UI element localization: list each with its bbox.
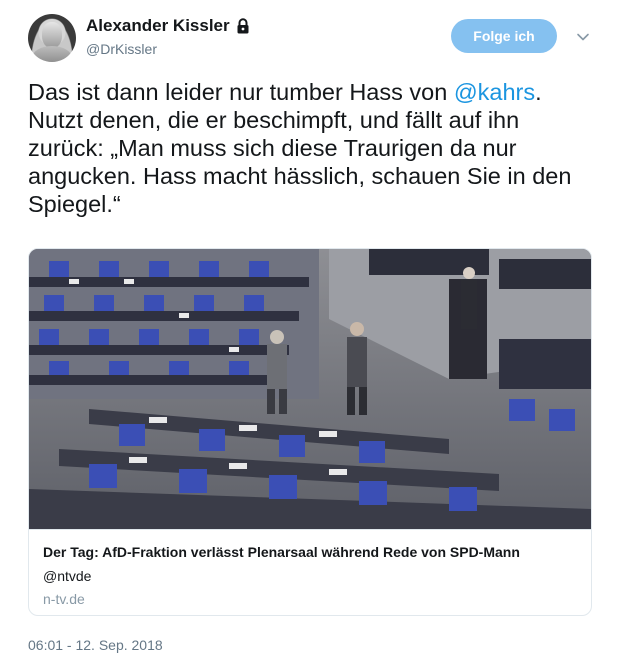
author-handle[interactable]: @DrKissler	[86, 41, 250, 57]
mention-link[interactable]: @kahrs	[454, 79, 535, 105]
card-title[interactable]: Der Tag: AfD-Fraktion verlässt Plenarsaa…	[43, 544, 520, 560]
tweet-text-part1: Das ist dann leider nur tumber Hass von	[28, 79, 454, 105]
author-display-name[interactable]: Alexander Kissler	[86, 16, 230, 36]
card-body[interactable]: Der Tag: AfD-Fraktion verlässt Plenarsaa…	[29, 529, 591, 615]
tweet-header: Alexander Kissler @DrKissler Folge ich	[28, 14, 598, 68]
chevron-down-icon[interactable]	[576, 30, 590, 44]
card-image[interactable]	[29, 249, 591, 529]
card-source-handle: @ntvde	[43, 568, 92, 584]
avatar-shoulders	[32, 46, 72, 62]
link-card[interactable]: Der Tag: AfD-Fraktion verlässt Plenarsaa…	[28, 248, 592, 616]
tweet-timestamp[interactable]: 06:01 - 12. Sep. 2018	[28, 637, 163, 653]
author-avatar[interactable]	[28, 14, 76, 62]
author-name-block[interactable]: Alexander Kissler @DrKissler	[86, 16, 250, 57]
name-row: Alexander Kissler	[86, 16, 250, 36]
parliament-photo	[29, 249, 591, 529]
follow-button[interactable]: Folge ich	[451, 19, 557, 53]
tweet-text: Das ist dann leider nur tumber Hass von …	[28, 78, 588, 218]
avatar-face	[42, 22, 62, 48]
lock-icon	[236, 18, 250, 34]
card-domain: n-tv.de	[43, 591, 85, 607]
